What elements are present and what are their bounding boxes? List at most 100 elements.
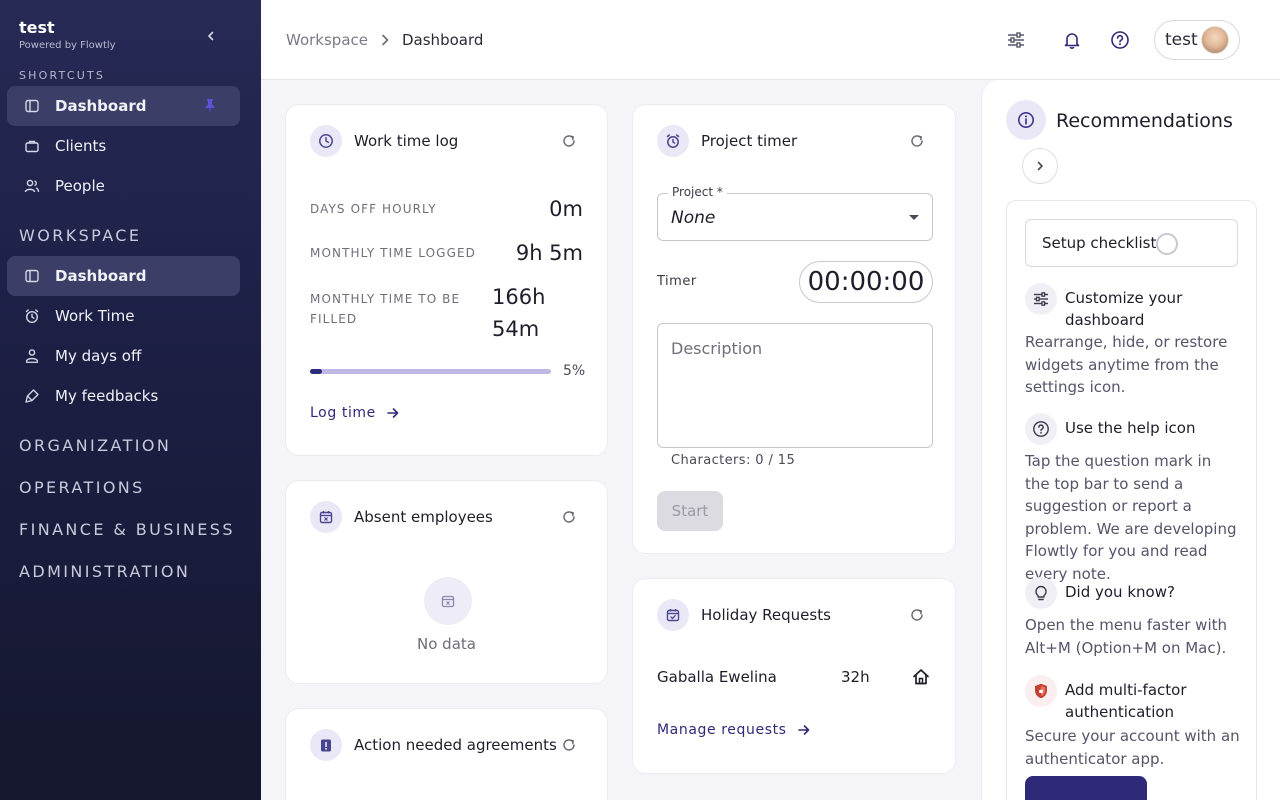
progress-fill (310, 369, 323, 374)
action-agreements-title: Action needed agreements (354, 736, 557, 754)
tip-body: Secure your account with an authenticato… (1025, 727, 1240, 768)
stat-label: MONTHLY TIME TO BE FILLED (310, 289, 460, 329)
project-timer-card: Project timer Project * None Timer 00:00… (632, 104, 956, 554)
section-operations[interactable]: OPERATIONS (19, 478, 145, 497)
expand-panel-button[interactable] (1022, 148, 1058, 184)
clock-icon (310, 125, 342, 157)
refresh-icon[interactable] (561, 737, 577, 753)
feedback-icon (24, 388, 40, 404)
refresh-icon[interactable] (909, 607, 925, 623)
stat-label: MONTHLY TIME LOGGED (310, 246, 477, 260)
sidebar: test Powered by Flowtly SHORTCUTS Dashbo… (0, 0, 261, 800)
days-off-icon (24, 348, 40, 364)
stat-value-line: 54m (492, 317, 540, 341)
help-button[interactable] (1108, 28, 1132, 52)
breadcrumb-workspace[interactable]: Workspace (286, 31, 368, 49)
alarm-clock-icon (657, 125, 689, 157)
workspace-heading[interactable]: WORKSPACE (19, 226, 141, 245)
timer-display: 00:00:00 (799, 261, 933, 303)
sidebar-item-my-feedbacks[interactable]: My feedbacks (7, 376, 240, 416)
stat-label: DAYS OFF HOURLY (310, 202, 437, 216)
work-time-log-title: Work time log (354, 132, 459, 150)
stat-monthly-time-to-be-filled: MONTHLY TIME TO BE FILLED 166h 54m (310, 285, 583, 345)
character-counter: Characters: 0 / 15 (671, 453, 796, 468)
action-needed-agreements-card: Action needed agreements (285, 708, 608, 800)
shortcut-clients[interactable]: Clients (7, 126, 240, 166)
holiday-requests-card: Holiday Requests Gaballa Ewelina 32h Man… (632, 578, 956, 774)
brand-subtitle: Powered by Flowtly (19, 40, 116, 51)
stat-value: 0m (549, 197, 583, 221)
info-icon (1006, 100, 1046, 140)
stat-monthly-time-logged: MONTHLY TIME LOGGED 9h 5m (310, 241, 583, 265)
holiday-requests-title: Holiday Requests (701, 606, 831, 624)
arrow-right-icon (386, 406, 400, 420)
sliders-icon (1008, 32, 1024, 48)
dashboard-icon (24, 268, 40, 284)
pin-icon[interactable] (204, 98, 216, 112)
work-time-log-header: Work time log (310, 125, 458, 157)
refresh-icon[interactable] (909, 133, 925, 149)
refresh-icon[interactable] (561, 509, 577, 525)
brand: test Powered by Flowtly (19, 18, 116, 51)
work-time-log-card: Work time log DAYS OFF HOURLY 0m MONTHLY… (285, 104, 608, 456)
collapse-sidebar-button[interactable] (200, 25, 222, 47)
sidebar-item-work-time[interactable]: Work Time (7, 296, 240, 336)
holiday-requests-header: Holiday Requests (657, 599, 831, 631)
timer-icon (24, 308, 40, 324)
tip-body: Open the menu faster with Alt+M (Option+… (1025, 616, 1227, 657)
log-time-link[interactable]: Log time (310, 405, 400, 421)
tip-mfa: Add multi-factor authentication (1025, 675, 1235, 723)
bell-icon (1064, 33, 1080, 49)
sidebar-item-dashboard-label: Dashboard (55, 267, 147, 285)
stat-days-off-hourly: DAYS OFF HOURLY 0m (310, 197, 583, 221)
clipboard-alert-icon (310, 729, 342, 761)
user-menu-button[interactable]: test (1154, 20, 1240, 60)
briefcase-icon (24, 138, 40, 154)
shortcut-clients-label: Clients (55, 137, 107, 155)
calendar-x-icon (310, 501, 342, 533)
timer-label: Timer (657, 274, 697, 289)
empty-state-text: No data (417, 635, 476, 653)
home-icon (911, 667, 931, 687)
sidebar-item-work-time-label: Work Time (55, 307, 135, 325)
request-hours: 32h (841, 668, 870, 686)
calendar-check-icon (657, 599, 689, 631)
shortcut-dashboard[interactable]: Dashboard (7, 86, 240, 126)
refresh-icon[interactable] (561, 133, 577, 149)
tip-title: Use the help icon (1065, 419, 1196, 437)
notifications-button[interactable] (1060, 28, 1084, 52)
employee-name: Gaballa Ewelina (657, 668, 777, 686)
project-select[interactable]: Project * None (657, 185, 933, 241)
avatar (1201, 26, 1229, 54)
description-placeholder: Description (671, 339, 763, 358)
people-icon (24, 178, 40, 194)
recommendations-list: Setup checklist Customize your dashboard… (1006, 200, 1257, 800)
holiday-request-row[interactable]: Gaballa Ewelina 32h (657, 667, 931, 687)
sidebar-item-my-days-off[interactable]: My days off (7, 336, 240, 376)
section-organization[interactable]: ORGANIZATION (19, 436, 171, 455)
stat-value: 9h 5m (515, 241, 583, 265)
shortcut-people[interactable]: People (7, 166, 240, 206)
start-button[interactable]: Start (657, 491, 723, 531)
help-icon (1025, 413, 1057, 445)
sliders-icon (1025, 283, 1057, 315)
absent-employees-header: Absent employees (310, 501, 493, 533)
action-agreements-header: Action needed agreements (310, 729, 557, 761)
stat-label-line: MONTHLY TIME TO BE (310, 292, 461, 306)
section-finance-business[interactable]: FINANCE & BUSINESS (19, 520, 235, 539)
mfa-action-button[interactable] (1025, 776, 1147, 800)
section-administration[interactable]: ADMINISTRATION (19, 562, 190, 581)
settings-sliders-button[interactable] (1004, 28, 1028, 52)
stat-value-line: 166h (492, 285, 546, 309)
caret-down-icon (909, 215, 919, 220)
recommendations-panel: Recommendations Setup checklist Customiz… (981, 80, 1280, 800)
tip-body: Tap the question mark in the top bar to … (1025, 452, 1237, 583)
dashboard-icon (24, 98, 40, 114)
sidebar-item-dashboard[interactable]: Dashboard (7, 256, 240, 296)
tip-customize: Customize your dashboard (1025, 283, 1235, 331)
manage-requests-link[interactable]: Manage requests (657, 722, 811, 738)
setup-checklist-button[interactable]: Setup checklist (1025, 219, 1238, 267)
chevron-right-icon (1037, 161, 1043, 171)
shortcuts-heading: SHORTCUTS (19, 69, 106, 82)
description-textarea[interactable]: Description (657, 323, 933, 448)
